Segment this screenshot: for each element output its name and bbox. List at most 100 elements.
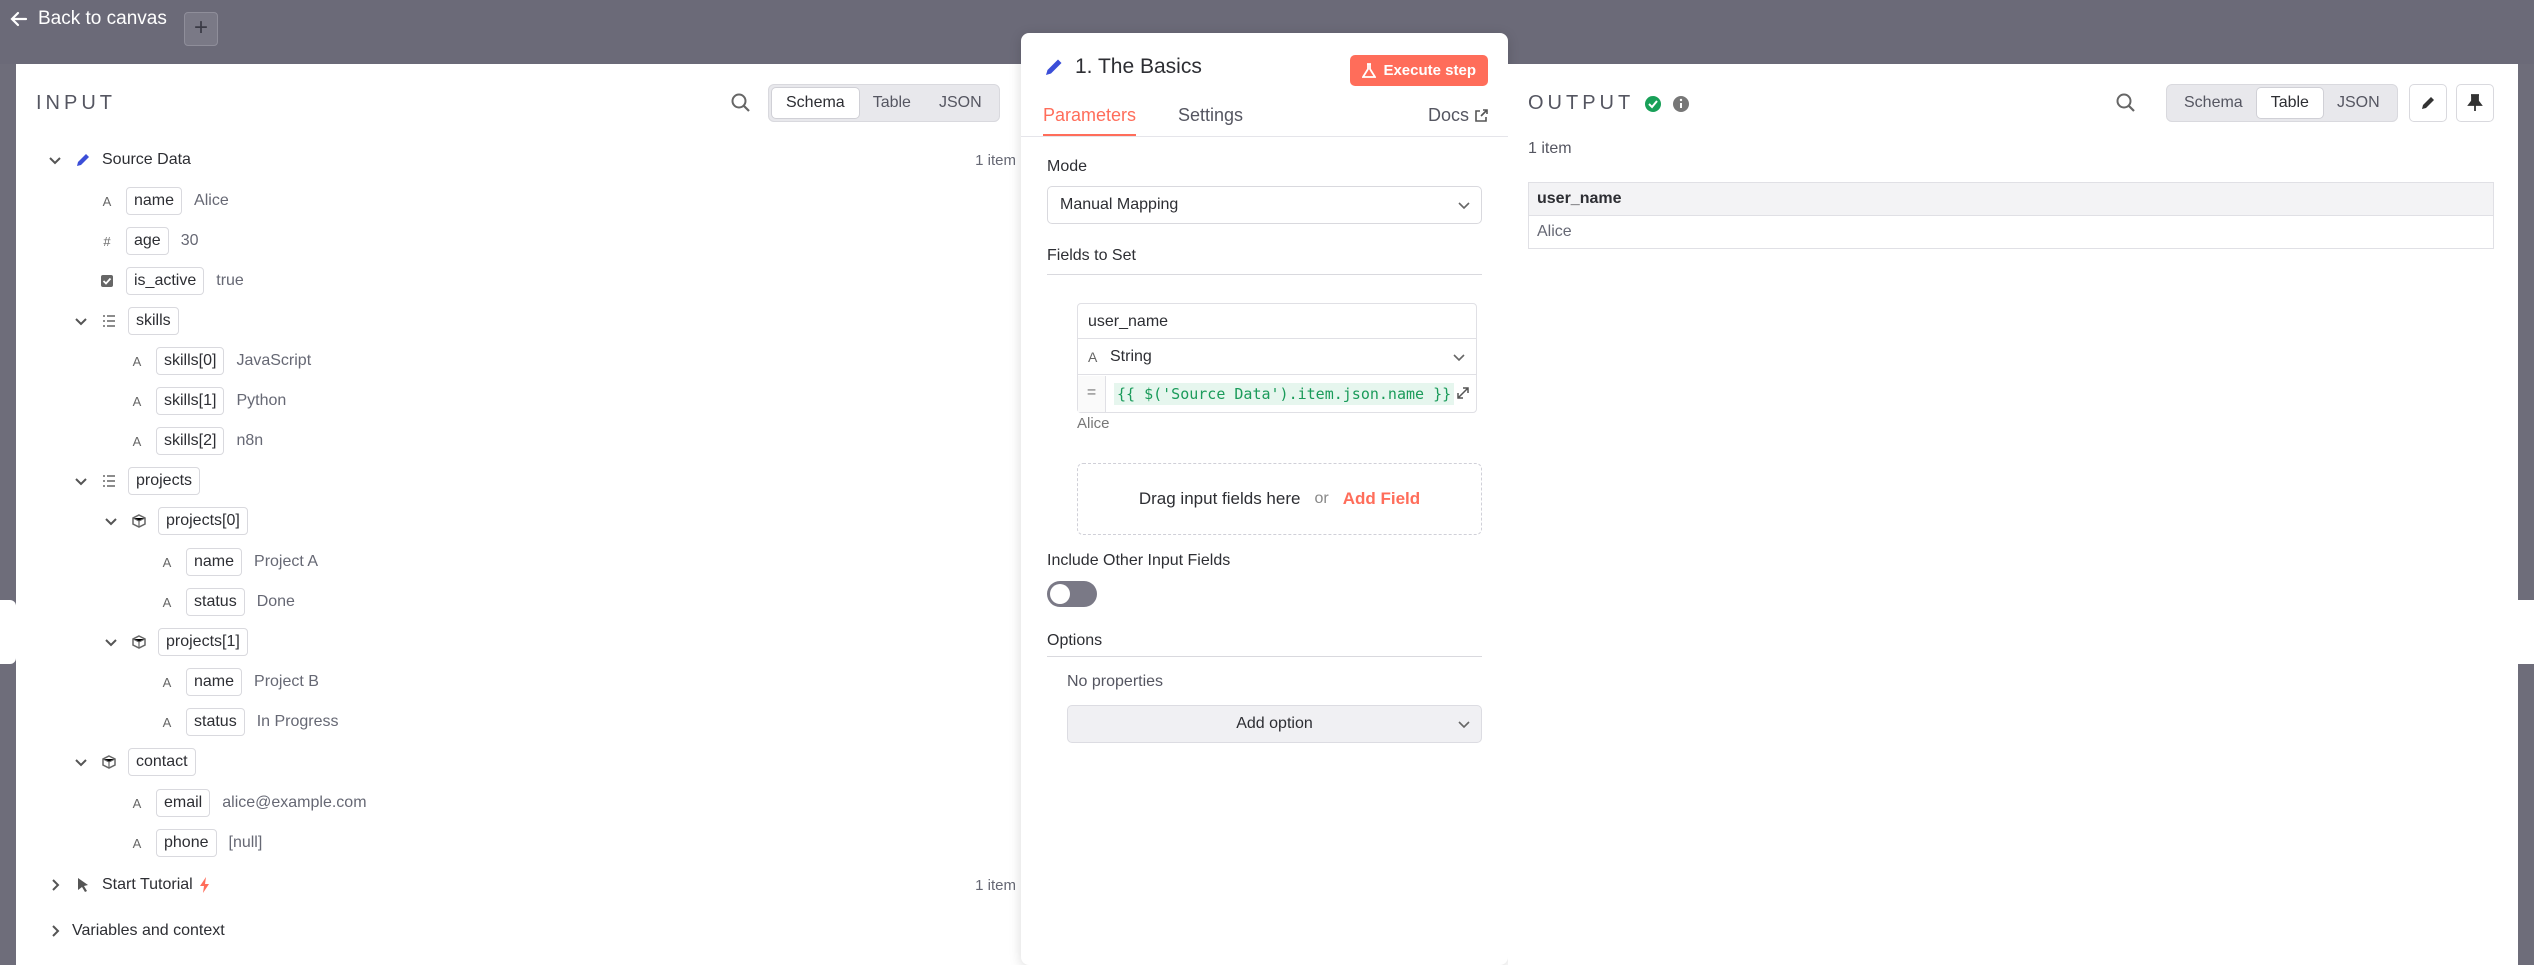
docs-label: Docs <box>1427 105 1469 125</box>
input-view-json[interactable]: JSON <box>925 88 996 118</box>
chevron-down-icon[interactable] <box>72 312 90 330</box>
execute-step-button[interactable]: Execute step <box>1350 55 1488 86</box>
field-value: Project A <box>254 553 319 570</box>
chevron-down-icon <box>1453 354 1465 362</box>
schema-field-name[interactable]: A name Alice <box>96 186 229 216</box>
output-view-json[interactable]: JSON <box>2323 88 2394 118</box>
add-option-button[interactable]: Add option <box>1067 705 1482 743</box>
field-key[interactable]: skills <box>128 307 179 335</box>
string-type-icon: A <box>132 353 142 369</box>
chevron-down-icon[interactable] <box>102 633 120 651</box>
source-data-count: 1 item <box>975 151 1016 169</box>
table-cell[interactable]: Alice <box>1528 215 2494 249</box>
info-icon[interactable] <box>1672 95 1690 113</box>
pencil-icon <box>1046 59 1062 75</box>
pencil-icon <box>2422 97 2434 109</box>
field-key[interactable]: age <box>126 227 169 255</box>
success-check-icon <box>1645 95 1662 112</box>
schema-field-skills-1[interactable]: A skills[1] Python <box>126 386 286 416</box>
schema-field-project-b-status[interactable]: A status In Progress <box>156 707 339 737</box>
tree-node-start-tutorial[interactable]: Start Tutorial 1 item <box>46 870 1016 900</box>
assignment-value-input[interactable]: = {{ $('Source Data').item.json.name }} <box>1078 376 1476 412</box>
field-key[interactable]: phone <box>156 829 217 857</box>
field-key[interactable]: name <box>186 548 243 576</box>
chevron-down-icon[interactable] <box>102 512 120 530</box>
object-type-icon <box>98 751 120 773</box>
schema-field-age[interactable]: # age 30 <box>96 226 199 256</box>
schema-field-project-a-name[interactable]: A name Project A <box>156 547 318 577</box>
input-view-toggle: Schema Table JSON <box>768 84 1000 122</box>
chevron-down-icon[interactable] <box>46 151 64 169</box>
chevron-right-icon[interactable] <box>46 876 64 894</box>
schema-field-projects-1[interactable]: projects[1] <box>102 627 248 657</box>
mode-select[interactable]: Manual Mapping <box>1047 186 1482 224</box>
string-type-icon: A <box>132 795 142 811</box>
chevron-down-icon[interactable] <box>72 472 90 490</box>
mode-label: Mode <box>1047 158 1088 175</box>
schema-field-skills-2[interactable]: A skills[2] n8n <box>126 426 263 456</box>
schema-field-skills-0[interactable]: A skills[0] JavaScript <box>126 346 311 376</box>
schema-field-email[interactable]: A email alice@example.com <box>126 788 367 818</box>
search-icon[interactable] <box>2115 92 2137 114</box>
expression-preview: Alice <box>1077 415 1110 432</box>
schema-field-projects-0[interactable]: projects[0] <box>102 506 248 536</box>
output-view-table[interactable]: Table <box>2256 88 2323 118</box>
edit-output-button[interactable] <box>2409 84 2447 122</box>
start-tutorial-count: 1 item <box>975 876 1016 894</box>
assignment-name-input[interactable]: user_name <box>1078 304 1476 339</box>
tree-node-variables[interactable]: Variables and context <box>46 916 225 946</box>
boolean-type-icon <box>96 270 118 292</box>
back-to-canvas-link[interactable]: Back to canvas <box>10 8 167 30</box>
docs-link[interactable]: Docs <box>1428 105 1488 126</box>
string-type-icon: A <box>1088 349 1098 365</box>
field-key[interactable]: status <box>186 588 245 616</box>
expand-icon[interactable] <box>1454 384 1472 402</box>
field-key[interactable]: skills[0] <box>156 347 225 375</box>
field-key[interactable]: name <box>126 187 183 215</box>
schema-field-project-b-name[interactable]: A name Project B <box>156 667 319 697</box>
field-key[interactable]: projects[0] <box>158 507 248 535</box>
search-icon[interactable] <box>730 92 752 114</box>
field-key[interactable]: projects[1] <box>158 628 248 656</box>
field-key[interactable]: is_active <box>126 267 205 295</box>
chevron-down-icon <box>1458 721 1470 729</box>
add-node-button[interactable]: + <box>184 12 218 46</box>
field-key[interactable]: projects <box>128 467 201 495</box>
tab-settings[interactable]: Settings <box>1178 105 1243 134</box>
object-type-icon <box>128 631 150 653</box>
field-key[interactable]: email <box>156 789 211 817</box>
schema-field-projects[interactable]: projects <box>72 466 201 496</box>
assignment-type-select[interactable]: A String <box>1078 339 1476 375</box>
schema-field-project-a-status[interactable]: A status Done <box>156 587 295 617</box>
left-edge-handle[interactable] <box>0 600 16 664</box>
add-field-link[interactable]: Add Field <box>1343 489 1420 509</box>
pin-data-button[interactable] <box>2456 84 2494 122</box>
input-view-table[interactable]: Table <box>859 88 925 118</box>
output-view-schema[interactable]: Schema <box>2170 88 2257 118</box>
no-properties-text: No properties <box>1067 673 1164 690</box>
input-view-schema[interactable]: Schema <box>772 88 859 118</box>
chevron-down-icon[interactable] <box>72 753 90 771</box>
lightning-icon <box>199 877 209 893</box>
tree-node-source-data[interactable]: Source Data 1 item <box>46 145 1016 175</box>
column-header[interactable]: user_name <box>1528 182 2494 216</box>
field-key[interactable]: skills[2] <box>156 427 225 455</box>
field-key[interactable]: status <box>186 708 245 736</box>
field-value: true <box>216 272 244 289</box>
schema-field-is-active[interactable]: is_active true <box>96 266 244 296</box>
output-items-count: 1 item <box>1528 140 1572 157</box>
chevron-right-icon[interactable] <box>46 922 64 940</box>
field-key[interactable]: contact <box>128 748 196 776</box>
schema-field-skills[interactable]: skills <box>72 306 179 336</box>
schema-field-contact[interactable]: contact <box>72 747 196 777</box>
tab-parameters[interactable]: Parameters <box>1043 105 1137 136</box>
include-other-fields-toggle[interactable] <box>1047 581 1097 607</box>
field-key[interactable]: name <box>186 668 243 696</box>
cursor-icon <box>72 874 94 896</box>
schema-field-phone[interactable]: A phone [null] <box>126 828 262 858</box>
arrow-left-icon <box>10 11 28 27</box>
field-key[interactable]: skills[1] <box>156 387 225 415</box>
expression-text[interactable]: {{ $('Source Data').item.json.name }} <box>1114 383 1455 405</box>
options-label: Options <box>1047 632 1103 649</box>
drop-zone[interactable]: Drag input fields here or Add Field <box>1077 463 1482 535</box>
